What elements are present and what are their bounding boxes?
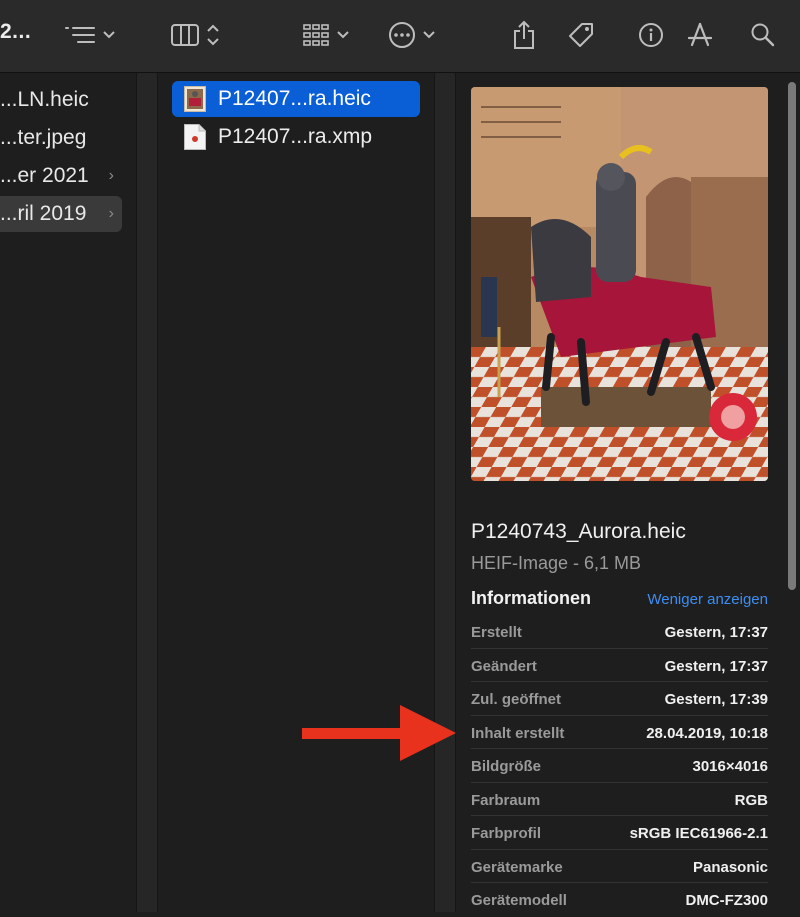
info-key: Bildgröße (471, 758, 541, 775)
info-icon (639, 23, 663, 47)
info-row: Bildgröße 3016×4016 (471, 749, 768, 783)
search-icon (751, 23, 775, 47)
column-2: P12407...ra.heic P12407...ra.xmp (158, 73, 434, 912)
info-button[interactable] (638, 17, 664, 53)
image-file-icon (184, 86, 206, 112)
info-key: Inhalt erstellt (471, 724, 565, 742)
info-value: 28.04.2019, 10:18 (646, 724, 768, 742)
column-resize-handle[interactable] (434, 73, 456, 912)
tag-button[interactable] (566, 17, 596, 53)
file-item-selected[interactable]: P12407...ra.heic (172, 81, 420, 117)
list-item-label: ...ter.jpeg (0, 126, 87, 149)
info-row: Gerätemodell DMC-FZ300 (471, 883, 768, 917)
info-row: Farbraum RGB (471, 783, 768, 816)
info-value: DMC-FZ300 (685, 892, 768, 909)
info-key: Farbprofil (471, 825, 541, 842)
info-row: Farbprofil sRGB IEC61966-2.1 (471, 816, 768, 850)
file-title: P1240743_Aurora.heic (471, 520, 686, 543)
list-item-label: ...ril 2019 (0, 202, 87, 225)
scrollbar[interactable] (788, 82, 796, 590)
group-icon (303, 24, 329, 46)
view-options-button[interactable] (64, 17, 116, 53)
info-row: Inhalt erstellt 28.04.2019, 10:18 (471, 716, 768, 749)
info-value: Gestern, 17:37 (664, 657, 768, 675)
window-title: 2... (0, 20, 32, 43)
list-item[interactable]: ...er 2021 › (0, 158, 122, 194)
column-1: ...LN.heic ...ter.jpeg ...er 2021 › ...r… (0, 73, 136, 912)
share-button[interactable] (512, 17, 536, 53)
image-preview (471, 87, 768, 481)
app-store-button[interactable] (686, 17, 714, 53)
column-view-icon (171, 24, 199, 46)
show-less-link[interactable]: Weniger anzeigen (647, 591, 768, 608)
info-value: RGB (734, 791, 768, 809)
column-resize-handle[interactable] (136, 73, 158, 912)
chevron-down-icon (337, 31, 349, 39)
list-item[interactable]: ...ter.jpeg (0, 120, 122, 156)
info-row: Geändert Gestern, 17:37 (471, 649, 768, 682)
app-store-icon (687, 22, 713, 47)
search-button[interactable] (750, 17, 776, 53)
chevron-down-icon (103, 31, 115, 39)
document-file-icon (184, 124, 206, 150)
file-kind-size: HEIF-Image - 6,1 MB (471, 553, 642, 573)
annotation-arrow (302, 705, 456, 761)
more-icon (389, 22, 415, 48)
info-value: Gestern, 17:37 (664, 624, 768, 641)
chevron-right-icon: › (108, 167, 114, 184)
tag-icon (569, 23, 593, 47)
list-item-label: ...er 2021 (0, 164, 89, 187)
toolbar: 2... (0, 0, 800, 73)
info-key: Gerätemodell (471, 892, 567, 909)
info-heading: Informationen (471, 588, 591, 608)
info-value: 3016×4016 (692, 758, 769, 775)
share-icon (514, 20, 534, 49)
info-key: Farbraum (471, 791, 541, 809)
more-actions-button[interactable] (388, 17, 436, 53)
info-value: Panasonic (692, 858, 768, 876)
info-value: Gestern, 17:39 (664, 691, 768, 708)
info-value: sRGB IEC61966-2.1 (629, 825, 768, 842)
info-table: Erstellt Gestern, 17:37 Geändert Gestern, … (471, 615, 768, 917)
up-down-chevron-icon (207, 24, 219, 46)
info-key: Geändert (471, 657, 537, 675)
chevron-down-icon (423, 31, 435, 39)
column-view-button[interactable] (170, 17, 220, 53)
chevron-right-icon: › (108, 205, 114, 222)
file-name: P12407...ra.xmp (218, 125, 373, 148)
info-key: Zul. geöffnet (471, 691, 561, 708)
list-view-icon (65, 27, 95, 43)
info-key: Erstellt (471, 624, 522, 641)
info-row: Gerätemarke Panasonic (471, 850, 768, 883)
info-row: Erstellt Gestern, 17:37 (471, 615, 768, 649)
list-item[interactable]: ...LN.heic (0, 82, 122, 118)
group-button[interactable] (302, 17, 350, 53)
info-key: Gerätemarke (471, 858, 563, 876)
list-item-selected[interactable]: ...ril 2019 › (0, 196, 122, 232)
file-item[interactable]: P12407...ra.xmp (172, 119, 420, 155)
info-row: Zul. geöffnet Gestern, 17:39 (471, 682, 768, 716)
file-name: P12407...ra.heic (218, 87, 371, 110)
list-item-label: ...LN.heic (0, 88, 89, 111)
